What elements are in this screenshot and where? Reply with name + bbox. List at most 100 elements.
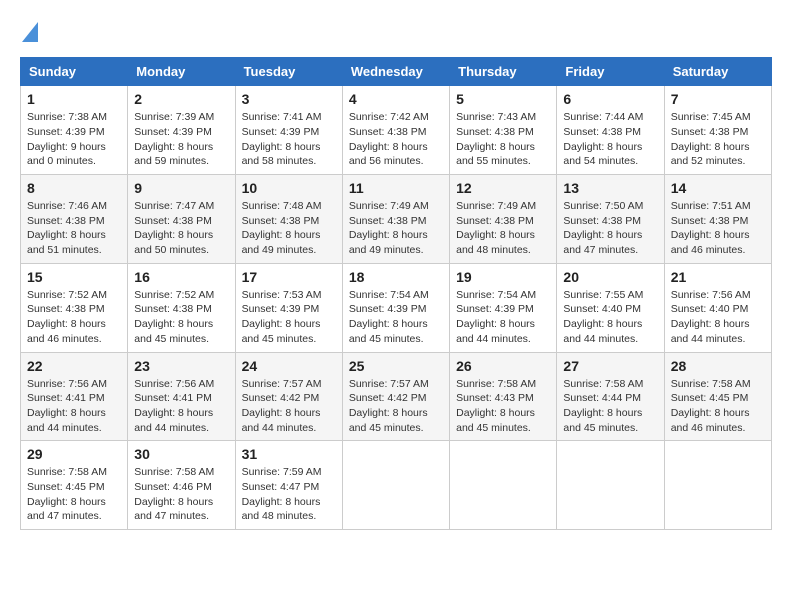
day-number: 14 [671, 180, 765, 196]
calendar-cell: 25 Sunrise: 7:57 AM Sunset: 4:42 PM Dayli… [342, 352, 449, 441]
day-number: 3 [242, 91, 336, 107]
day-info: Sunrise: 7:38 AM Sunset: 4:39 PM Dayligh… [27, 110, 121, 169]
day-number: 19 [456, 269, 550, 285]
calendar-cell: 3 Sunrise: 7:41 AM Sunset: 4:39 PM Daylig… [235, 86, 342, 175]
calendar-header-row: SundayMondayTuesdayWednesdayThursdayFrid… [21, 58, 772, 86]
calendar-cell: 22 Sunrise: 7:56 AM Sunset: 4:41 PM Dayli… [21, 352, 128, 441]
day-number: 27 [563, 358, 657, 374]
day-info: Sunrise: 7:58 AM Sunset: 4:46 PM Dayligh… [134, 465, 228, 524]
day-number: 26 [456, 358, 550, 374]
day-number: 8 [27, 180, 121, 196]
day-info: Sunrise: 7:57 AM Sunset: 4:42 PM Dayligh… [242, 377, 336, 436]
day-number: 30 [134, 446, 228, 462]
calendar-cell: 7 Sunrise: 7:45 AM Sunset: 4:38 PM Daylig… [664, 86, 771, 175]
calendar-cell: 8 Sunrise: 7:46 AM Sunset: 4:38 PM Daylig… [21, 175, 128, 264]
day-number: 24 [242, 358, 336, 374]
day-number: 1 [27, 91, 121, 107]
day-info: Sunrise: 7:56 AM Sunset: 4:41 PM Dayligh… [27, 377, 121, 436]
day-info: Sunrise: 7:58 AM Sunset: 4:44 PM Dayligh… [563, 377, 657, 436]
day-info: Sunrise: 7:54 AM Sunset: 4:39 PM Dayligh… [456, 288, 550, 347]
calendar-cell: 13 Sunrise: 7:50 AM Sunset: 4:38 PM Dayli… [557, 175, 664, 264]
day-number: 20 [563, 269, 657, 285]
day-info: Sunrise: 7:59 AM Sunset: 4:47 PM Dayligh… [242, 465, 336, 524]
day-number: 29 [27, 446, 121, 462]
day-info: Sunrise: 7:49 AM Sunset: 4:38 PM Dayligh… [349, 199, 443, 258]
calendar-cell [450, 441, 557, 530]
day-info: Sunrise: 7:56 AM Sunset: 4:41 PM Dayligh… [134, 377, 228, 436]
day-number: 2 [134, 91, 228, 107]
day-info: Sunrise: 7:51 AM Sunset: 4:38 PM Dayligh… [671, 199, 765, 258]
calendar-day-header: Sunday [21, 58, 128, 86]
day-info: Sunrise: 7:46 AM Sunset: 4:38 PM Dayligh… [27, 199, 121, 258]
calendar-cell: 11 Sunrise: 7:49 AM Sunset: 4:38 PM Dayli… [342, 175, 449, 264]
calendar-day-header: Wednesday [342, 58, 449, 86]
day-number: 13 [563, 180, 657, 196]
day-number: 15 [27, 269, 121, 285]
day-number: 5 [456, 91, 550, 107]
calendar-cell: 26 Sunrise: 7:58 AM Sunset: 4:43 PM Dayli… [450, 352, 557, 441]
calendar-week-row: 1 Sunrise: 7:38 AM Sunset: 4:39 PM Daylig… [21, 86, 772, 175]
day-number: 25 [349, 358, 443, 374]
calendar-body: 1 Sunrise: 7:38 AM Sunset: 4:39 PM Daylig… [21, 86, 772, 530]
calendar-cell: 10Sunrise: 7:48 AM Sunset: 4:38 PM Dayli… [235, 175, 342, 264]
calendar-cell: 29 Sunrise: 7:58 AM Sunset: 4:45 PM Dayli… [21, 441, 128, 530]
calendar-cell: 4 Sunrise: 7:42 AM Sunset: 4:38 PM Daylig… [342, 86, 449, 175]
day-number: 9 [134, 180, 228, 196]
day-info: Sunrise: 7:53 AM Sunset: 4:39 PM Dayligh… [242, 288, 336, 347]
day-info: Sunrise: 7:56 AM Sunset: 4:40 PM Dayligh… [671, 288, 765, 347]
calendar-week-row: 8 Sunrise: 7:46 AM Sunset: 4:38 PM Daylig… [21, 175, 772, 264]
calendar-cell: 2Sunrise: 7:39 AM Sunset: 4:39 PM Daylig… [128, 86, 235, 175]
calendar-cell: 18Sunrise: 7:54 AM Sunset: 4:39 PM Dayli… [342, 263, 449, 352]
day-number: 11 [349, 180, 443, 196]
day-number: 6 [563, 91, 657, 107]
calendar-cell: 5 Sunrise: 7:43 AM Sunset: 4:38 PM Daylig… [450, 86, 557, 175]
calendar-cell [557, 441, 664, 530]
calendar-day-header: Friday [557, 58, 664, 86]
day-number: 22 [27, 358, 121, 374]
day-info: Sunrise: 7:52 AM Sunset: 4:38 PM Dayligh… [27, 288, 121, 347]
calendar-cell: 17 Sunrise: 7:53 AM Sunset: 4:39 PM Dayli… [235, 263, 342, 352]
day-number: 28 [671, 358, 765, 374]
calendar-table: SundayMondayTuesdayWednesdayThursdayFrid… [20, 57, 772, 530]
calendar-cell: 27 Sunrise: 7:58 AM Sunset: 4:44 PM Dayli… [557, 352, 664, 441]
calendar-cell: 21 Sunrise: 7:56 AM Sunset: 4:40 PM Dayli… [664, 263, 771, 352]
calendar-cell: 12 Sunrise: 7:49 AM Sunset: 4:38 PM Dayli… [450, 175, 557, 264]
calendar-cell: 28Sunrise: 7:58 AM Sunset: 4:45 PM Dayli… [664, 352, 771, 441]
day-info: Sunrise: 7:42 AM Sunset: 4:38 PM Dayligh… [349, 110, 443, 169]
calendar-cell: 30 Sunrise: 7:58 AM Sunset: 4:46 PM Dayli… [128, 441, 235, 530]
calendar-day-header: Saturday [664, 58, 771, 86]
day-info: Sunrise: 7:52 AM Sunset: 4:38 PM Dayligh… [134, 288, 228, 347]
day-number: 7 [671, 91, 765, 107]
calendar-week-row: 29 Sunrise: 7:58 AM Sunset: 4:45 PM Dayli… [21, 441, 772, 530]
day-number: 21 [671, 269, 765, 285]
day-number: 23 [134, 358, 228, 374]
calendar-day-header: Tuesday [235, 58, 342, 86]
day-info: Sunrise: 7:45 AM Sunset: 4:38 PM Dayligh… [671, 110, 765, 169]
day-info: Sunrise: 7:57 AM Sunset: 4:42 PM Dayligh… [349, 377, 443, 436]
day-number: 16 [134, 269, 228, 285]
calendar-day-header: Thursday [450, 58, 557, 86]
logo [20, 20, 38, 42]
calendar-cell [342, 441, 449, 530]
day-info: Sunrise: 7:58 AM Sunset: 4:43 PM Dayligh… [456, 377, 550, 436]
calendar-cell: 16 Sunrise: 7:52 AM Sunset: 4:38 PM Dayli… [128, 263, 235, 352]
day-number: 18 [349, 269, 443, 285]
calendar-cell: 24 Sunrise: 7:57 AM Sunset: 4:42 PM Dayli… [235, 352, 342, 441]
logo-triangle-icon [20, 20, 38, 42]
day-number: 17 [242, 269, 336, 285]
page-header [20, 20, 772, 42]
calendar-day-header: Monday [128, 58, 235, 86]
calendar-cell: 23 Sunrise: 7:56 AM Sunset: 4:41 PM Dayli… [128, 352, 235, 441]
day-info: Sunrise: 7:50 AM Sunset: 4:38 PM Dayligh… [563, 199, 657, 258]
day-number: 4 [349, 91, 443, 107]
calendar-cell: 31Sunrise: 7:59 AM Sunset: 4:47 PM Dayli… [235, 441, 342, 530]
calendar-week-row: 15 Sunrise: 7:52 AM Sunset: 4:38 PM Dayli… [21, 263, 772, 352]
day-info: Sunrise: 7:43 AM Sunset: 4:38 PM Dayligh… [456, 110, 550, 169]
day-info: Sunrise: 7:49 AM Sunset: 4:38 PM Dayligh… [456, 199, 550, 258]
calendar-cell [664, 441, 771, 530]
day-info: Sunrise: 7:47 AM Sunset: 4:38 PM Dayligh… [134, 199, 228, 258]
day-info: Sunrise: 7:58 AM Sunset: 4:45 PM Dayligh… [27, 465, 121, 524]
day-info: Sunrise: 7:41 AM Sunset: 4:39 PM Dayligh… [242, 110, 336, 169]
calendar-cell: 15 Sunrise: 7:52 AM Sunset: 4:38 PM Dayli… [21, 263, 128, 352]
day-number: 12 [456, 180, 550, 196]
